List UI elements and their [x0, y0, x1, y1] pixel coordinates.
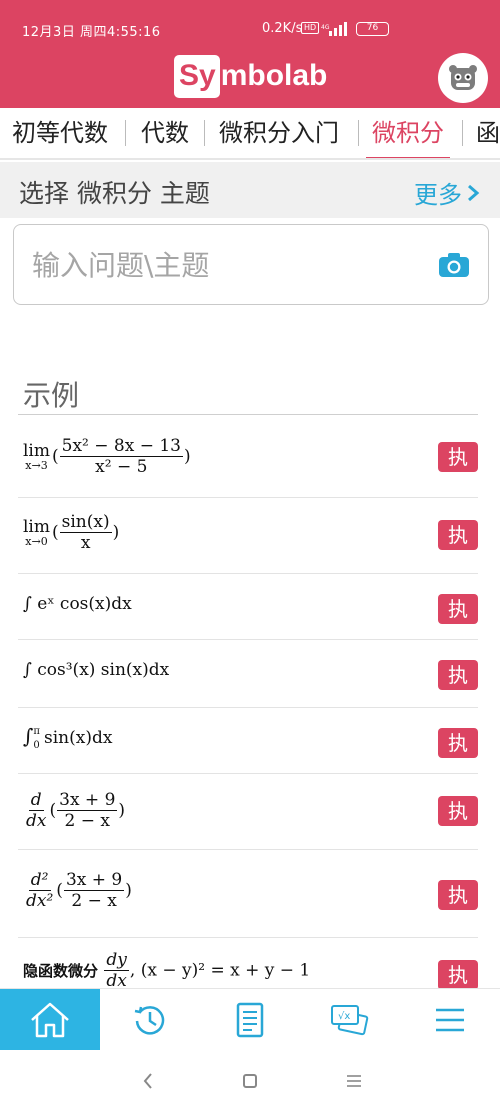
bottom-nav: √x [0, 988, 500, 1051]
signal-icon: 4G [321, 20, 351, 40]
example-expression: ∫ cos³(x) sin(x)dx [23, 660, 170, 680]
search-box [13, 224, 489, 305]
back-chevron-icon [143, 1073, 152, 1089]
examples-heading: 示例 [23, 379, 80, 412]
example-row[interactable]: lim x→3(5x² − 8x − 13 x² − 5) 执 [18, 418, 478, 498]
example-run-button[interactable]: 执 [438, 442, 478, 472]
topic-title: 选择 微积分 主题 [19, 179, 210, 208]
tab-calculus[interactable]: 微积分 [366, 108, 450, 158]
logo-text: mbolab [220, 59, 328, 92]
topic-bar: 选择 微积分 主题 更多 [0, 162, 500, 218]
tab-pre-calculus[interactable]: 微积分入门 [219, 108, 339, 158]
system-back-button[interactable] [133, 1066, 163, 1096]
practice-icon: √x [331, 1005, 369, 1036]
example-row[interactable]: ∫ π 0 sin(x)dx 执 [18, 708, 478, 774]
square-icon [243, 1074, 257, 1088]
example-row[interactable]: ∫ eˣ cos(x)dx 执 [18, 574, 478, 640]
example-run-button[interactable]: 执 [438, 880, 478, 910]
more-topics-link[interactable]: 更多 [414, 175, 480, 210]
robot-avatar-icon [449, 65, 477, 90]
example-row[interactable]: d dx(3x + 92 − x) 执 [18, 774, 478, 850]
tab-divider [462, 120, 463, 146]
status-time: 12月3日 周四4:55:16 [22, 25, 161, 40]
examples-divider [18, 414, 478, 415]
nav-menu[interactable] [400, 989, 500, 1051]
recents-icon [347, 1075, 361, 1087]
more-label: 更多 [414, 181, 462, 209]
svg-text:4G: 4G [321, 24, 330, 31]
camera-icon[interactable] [438, 252, 470, 278]
system-nav-bar [0, 1050, 500, 1111]
example-run-button[interactable]: 执 [438, 728, 478, 758]
chevron-right-icon [468, 184, 480, 201]
example-run-button[interactable]: 执 [438, 960, 478, 988]
battery-icon: 76 [356, 22, 389, 36]
hd-badge: HD [301, 22, 320, 34]
example-expression: 隐函数微分 dy dx, (x − y)² = x + y − 1 [23, 950, 311, 988]
example-expression: ∫ eˣ cos(x)dx [23, 594, 132, 614]
nav-history[interactable] [100, 989, 200, 1051]
example-row[interactable]: 隐函数微分 dy dx, (x − y)² = x + y − 1 执 [18, 938, 478, 988]
search-input[interactable] [32, 243, 422, 287]
nav-practice[interactable]: √x [300, 989, 400, 1051]
status-bar: 12月3日 周四4:55:16 0.2K/s HD 4G 76 [0, 0, 500, 40]
tab-elementary-algebra[interactable]: 初等代数 [12, 108, 108, 158]
example-run-button[interactable]: 执 [438, 520, 478, 550]
user-avatar[interactable] [438, 53, 488, 103]
system-home-button[interactable] [235, 1066, 265, 1096]
symbolab-logo[interactable]: Sy mbolab [174, 53, 327, 99]
example-run-button[interactable]: 执 [438, 594, 478, 624]
tab-functions[interactable]: 函 [476, 108, 500, 158]
svg-text:√x: √x [338, 1011, 350, 1022]
tab-divider [204, 120, 205, 146]
system-recents-button[interactable] [339, 1066, 369, 1096]
nav-notebook[interactable] [200, 989, 300, 1051]
notebook-icon [236, 1002, 264, 1038]
example-run-button[interactable]: 执 [438, 796, 478, 826]
tab-divider [125, 120, 126, 146]
topic-tabs: 初等代数 代数 微积分入门 微积分 函 [0, 108, 500, 160]
example-expression: lim x→3(5x² − 8x − 13 x² − 5) [23, 436, 191, 477]
menu-icon [436, 1008, 464, 1032]
example-row[interactable]: d² dx²(3x + 92 − x) 执 [18, 850, 478, 938]
logo-box-text: Sy [174, 54, 220, 98]
tab-divider [358, 120, 359, 146]
example-row[interactable]: ∫ cos³(x) sin(x)dx 执 [18, 640, 478, 708]
tab-algebra[interactable]: 代数 [141, 108, 189, 158]
app-header: 12月3日 周四4:55:16 0.2K/s HD 4G 76 Sy mbola… [0, 0, 500, 108]
example-expression: lim x→0(sin(x) x) [23, 512, 120, 553]
example-expression: d² dx²(3x + 92 − x) [26, 870, 132, 911]
history-icon [134, 1006, 165, 1035]
example-expression: ∫ π 0 sin(x)dx [23, 724, 113, 751]
status-net-speed: 0.2K/s [262, 21, 303, 36]
home-icon [31, 1002, 69, 1038]
example-expression: d dx(3x + 92 − x) [26, 790, 126, 831]
example-run-button[interactable]: 执 [438, 660, 478, 690]
example-row[interactable]: lim x→0(sin(x) x) 执 [18, 498, 478, 574]
nav-home[interactable] [0, 989, 100, 1051]
